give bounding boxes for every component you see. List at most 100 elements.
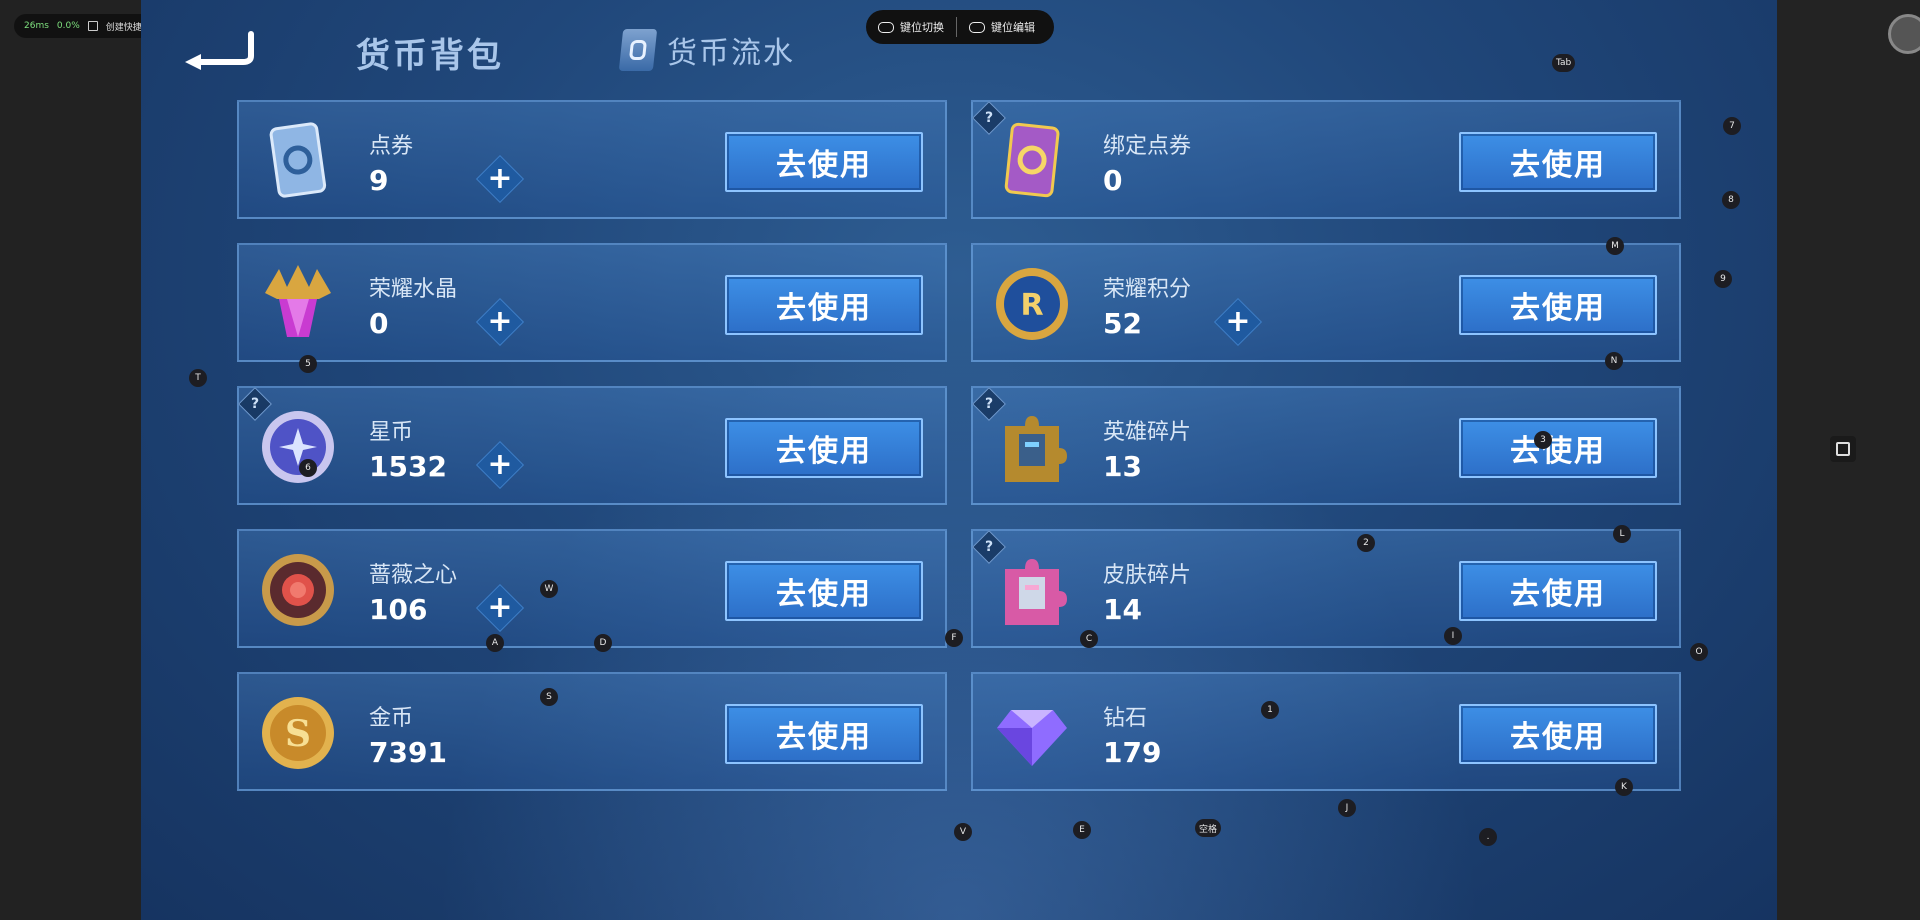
svg-text:S: S: [285, 713, 311, 755]
currency-card-glory-crystal: 荣耀水晶 0 + 去使用: [237, 243, 947, 362]
currency-card-glory-points: R 荣耀积分 52 + 去使用: [971, 243, 1681, 362]
currency-name: 荣耀水晶: [369, 277, 458, 302]
expand-window-button[interactable]: [1830, 436, 1856, 462]
currency-amount: 0: [369, 307, 389, 340]
currency-amount: 1532: [369, 450, 447, 483]
use-button[interactable]: 去使用: [1459, 275, 1657, 335]
expand-icon: [1836, 442, 1850, 456]
plus-icon: +: [487, 447, 513, 482]
currency-card-star-coin: ? 星币 1532 + 去使用: [237, 386, 947, 505]
voucher-icon: [269, 122, 327, 198]
diamond-icon: [997, 710, 1067, 766]
latency-value: 26ms: [24, 21, 49, 31]
use-button[interactable]: 去使用: [1459, 561, 1657, 621]
star-coin-icon: [262, 411, 334, 483]
add-glory-points-button[interactable]: +: [1213, 297, 1263, 347]
gold-coin-icon: S: [262, 697, 334, 769]
bound-voucher-icon: [1004, 122, 1060, 198]
plus-icon: +: [487, 161, 513, 196]
key-hint[interactable]: Tab: [1552, 54, 1576, 72]
use-button[interactable]: 去使用: [725, 561, 923, 621]
add-rose-heart-button[interactable]: +: [475, 583, 525, 633]
use-button[interactable]: 去使用: [725, 704, 923, 764]
key-hint[interactable]: .: [1479, 828, 1497, 846]
keymap-toolbar: 键位切换 键位编辑: [866, 10, 1054, 44]
key-hint[interactable]: F: [945, 629, 963, 647]
currency-name: 金币: [369, 706, 414, 731]
key-hint[interactable]: W: [540, 580, 558, 598]
key-hint[interactable]: 6: [299, 459, 317, 477]
currency-amount: 9: [369, 164, 389, 197]
key-hint[interactable]: 1: [1261, 701, 1279, 719]
keymap-edit-button[interactable]: 键位编辑: [957, 10, 1047, 44]
page-title: 货币背包: [356, 36, 504, 76]
add-star-coin-button[interactable]: +: [475, 440, 525, 490]
key-hint[interactable]: 9: [1714, 270, 1732, 288]
currency-name: 钻石: [1103, 706, 1148, 731]
key-hint[interactable]: N: [1605, 352, 1623, 370]
use-button[interactable]: 去使用: [1459, 418, 1657, 478]
tab-currency-flow-label: 货币流水: [667, 36, 795, 71]
key-hint[interactable]: 5: [299, 355, 317, 373]
add-voucher-button[interactable]: +: [475, 154, 525, 204]
gamepad-icon: [878, 21, 894, 33]
key-hint[interactable]: D: [594, 634, 612, 652]
currency-name: 荣耀积分: [1103, 277, 1192, 302]
currency-amount: 0: [1103, 164, 1123, 197]
tab-currency-flow[interactable]: 货币流水: [618, 28, 795, 72]
key-hint[interactable]: I: [1444, 627, 1462, 645]
key-hint[interactable]: L: [1613, 525, 1631, 543]
loss-value: 0.0%: [56, 21, 80, 31]
currency-name: 星币: [369, 420, 414, 445]
settings-gear-icon[interactable]: [1888, 14, 1920, 54]
use-button[interactable]: 去使用: [725, 275, 923, 335]
key-hint[interactable]: 7: [1723, 117, 1741, 135]
key-hint[interactable]: S: [540, 688, 558, 706]
currency-name: 点券: [369, 134, 414, 159]
currency-card-hero-fragment: ? 英雄碎片 13 去使用: [971, 386, 1681, 505]
keymap-switch-button[interactable]: 键位切换: [866, 10, 956, 44]
key-hint[interactable]: J: [1338, 799, 1356, 817]
key-hint[interactable]: 3: [1534, 431, 1552, 449]
shortcut-icon: [87, 21, 98, 31]
currency-amount: 106: [369, 593, 428, 626]
currency-card-gold-coin: S 金币 7391 去使用: [237, 672, 947, 791]
key-hint[interactable]: 空格: [1195, 819, 1222, 837]
currency-name: 绑定点券: [1103, 134, 1192, 159]
key-hint[interactable]: M: [1606, 237, 1624, 255]
key-hint[interactable]: K: [1615, 778, 1633, 796]
currency-card-skin-fragment: ? 皮肤碎片 14 去使用: [971, 529, 1681, 648]
key-hint[interactable]: E: [1073, 821, 1091, 839]
gamepad-icon: [969, 21, 985, 33]
currency-name: 英雄碎片: [1103, 420, 1192, 445]
hero-fragment-icon: [1005, 416, 1067, 482]
currency-card-diamond: 钻石 179 去使用: [971, 672, 1681, 791]
currency-card-rose-heart: 蔷薇之心 106 + 去使用: [237, 529, 947, 648]
key-hint[interactable]: 8: [1722, 191, 1740, 209]
svg-text:R: R: [1020, 288, 1043, 323]
currency-amount: 14: [1103, 593, 1142, 626]
currency-amount: 13: [1103, 450, 1142, 483]
key-hint[interactable]: C: [1080, 630, 1098, 648]
plus-icon: +: [487, 304, 513, 339]
use-button[interactable]: 去使用: [725, 418, 923, 478]
rose-heart-icon: [262, 554, 334, 626]
currency-name: 皮肤碎片: [1103, 563, 1192, 588]
key-hint[interactable]: O: [1690, 643, 1708, 661]
key-hint[interactable]: V: [954, 823, 972, 841]
currency-amount: 52: [1103, 307, 1142, 340]
key-hint[interactable]: 2: [1357, 534, 1375, 552]
currency-amount: 7391: [369, 736, 447, 769]
key-hint[interactable]: A: [486, 634, 504, 652]
back-arrow-icon[interactable]: [181, 28, 261, 70]
use-button[interactable]: 去使用: [725, 132, 923, 192]
skin-fragment-icon: [1005, 559, 1067, 625]
currency-card-bound-voucher: ? 绑定点券 0 去使用: [971, 100, 1681, 219]
add-glory-crystal-button[interactable]: +: [475, 297, 525, 347]
key-hint[interactable]: T: [189, 369, 207, 387]
glory-points-icon: R: [996, 268, 1068, 340]
use-button[interactable]: 去使用: [1459, 132, 1657, 192]
use-button[interactable]: 去使用: [1459, 704, 1657, 764]
currency-name: 蔷薇之心: [369, 563, 458, 588]
game-screen: 货币背包 货币流水 点券 9 + 去使用 ? 绑定点券 0 去使用 荣耀水晶 0…: [141, 0, 1777, 920]
